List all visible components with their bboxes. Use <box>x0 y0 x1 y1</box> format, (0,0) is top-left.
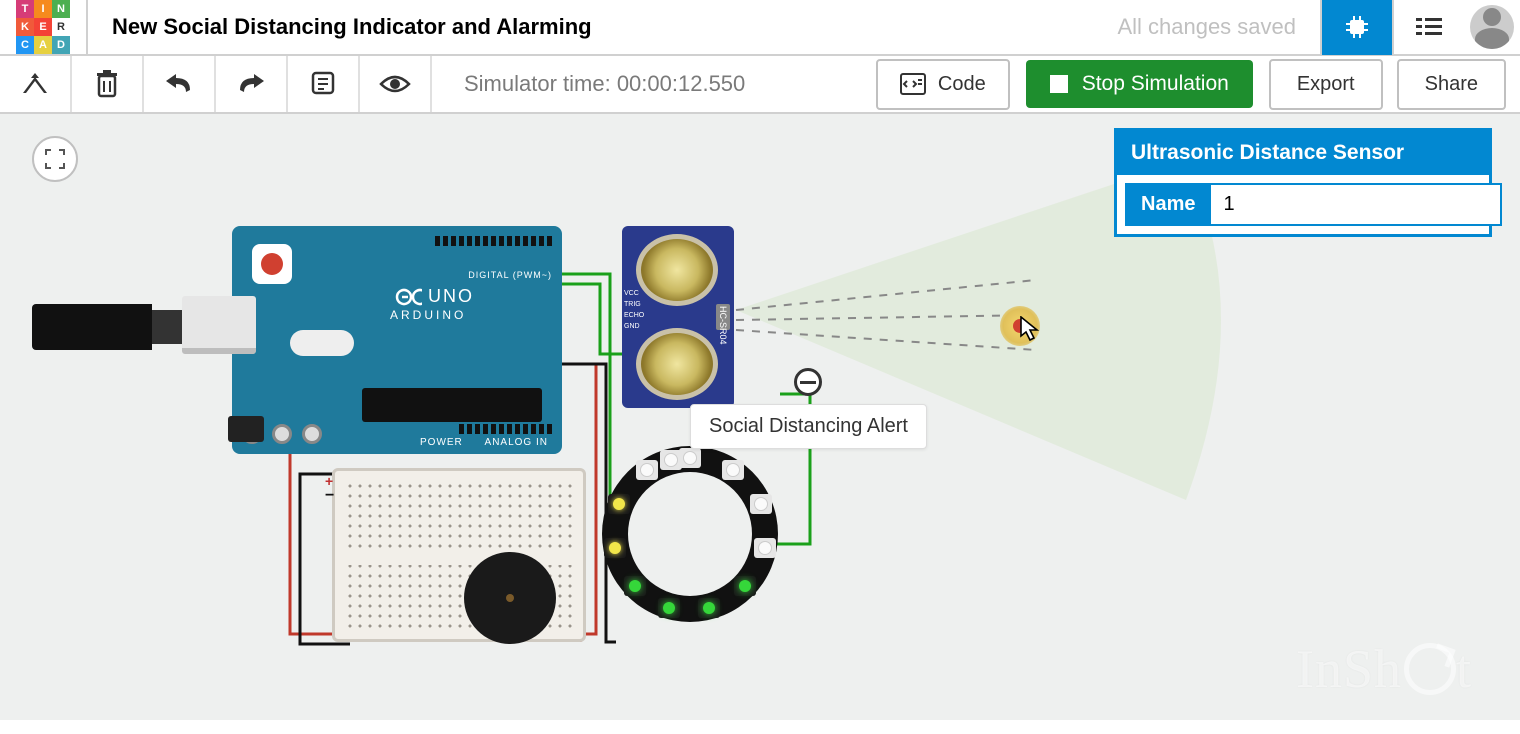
neopixel-led <box>679 448 701 468</box>
arduino-power-label: POWER <box>420 437 463 448</box>
watermark: InSht <box>1296 638 1472 700</box>
toolbar: Simulator time: 00:00:12.550 Code Stop S… <box>0 56 1520 114</box>
export-button[interactable]: Export <box>1269 59 1383 110</box>
arduino-analog-label: ANALOG IN <box>485 437 548 448</box>
logo-letter: A <box>34 36 52 54</box>
schematic-view-button[interactable] <box>1392 0 1464 55</box>
ultrasonic-transducer-rx <box>636 328 718 400</box>
simulator-time: Simulator time: 00:00:12.550 <box>432 71 876 97</box>
neopixel-led <box>624 576 646 596</box>
eye-icon <box>379 74 411 94</box>
arduino-logo-text: UNO <box>388 286 474 307</box>
trash-icon <box>95 70 119 98</box>
delete-button[interactable] <box>72 56 144 112</box>
neopixel-led <box>734 576 756 596</box>
arduino-barrel-jack <box>228 416 264 442</box>
rotate-icon <box>20 71 50 97</box>
ultrasonic-pin-label: TRIG <box>624 301 644 308</box>
property-name-label: Name <box>1125 183 1211 226</box>
tinkercad-logo[interactable]: T I N K E R C A D <box>0 0 88 55</box>
neopixel-led <box>660 450 682 470</box>
ultrasonic-transducer-tx <box>636 234 718 306</box>
logo-letter: K <box>16 18 34 36</box>
arduino-digital-label: DIGITAL (PWM~) <box>468 270 552 280</box>
ultrasonic-sensor[interactable]: VCC TRIG ECHO GND HC-SR04 <box>622 226 734 408</box>
circuit-canvas[interactable]: DIGITAL (PWM~) UNO ARDUINO POWER ANALOG … <box>0 114 1520 720</box>
property-name-input[interactable] <box>1211 183 1502 226</box>
notes-button[interactable] <box>288 56 360 112</box>
chip-icon <box>1342 12 1372 42</box>
arduino-crystal <box>290 330 354 356</box>
code-button-label: Code <box>938 73 986 96</box>
logo-letter: T <box>16 0 34 18</box>
circuit-view-button[interactable] <box>1320 0 1392 55</box>
visibility-button[interactable] <box>360 56 432 112</box>
stop-icon <box>1050 75 1068 93</box>
neopixel-led <box>722 460 744 480</box>
arduino-board[interactable]: DIGITAL (PWM~) UNO ARDUINO POWER ANALOG … <box>232 226 562 454</box>
fit-icon <box>44 148 66 170</box>
logo-letter: D <box>52 36 70 54</box>
ultrasonic-pin-label: GND <box>624 323 644 330</box>
app-header: T I N K E R C A D New Social Distancing … <box>0 0 1520 56</box>
ultrasonic-model-label: HC-SR04 <box>718 306 728 345</box>
undo-button[interactable] <box>144 56 216 112</box>
logo-letter: R <box>52 18 70 36</box>
neopixel-led <box>750 494 772 514</box>
logo-letter: C <box>16 36 34 54</box>
piezo-buzzer[interactable] <box>464 552 556 644</box>
list-icon <box>1414 15 1444 39</box>
ultrasonic-target-handle[interactable] <box>1000 306 1040 346</box>
code-button[interactable]: Code <box>876 59 1010 110</box>
neopixel-led <box>604 538 626 558</box>
logo-letter: E <box>34 18 52 36</box>
redo-button[interactable] <box>216 56 288 112</box>
property-panel: Ultrasonic Distance Sensor Name <box>1114 128 1492 237</box>
usb-port <box>182 296 256 354</box>
zoom-to-fit-button[interactable] <box>32 136 78 182</box>
usb-cable <box>32 304 152 350</box>
save-status: All changes saved <box>1117 14 1296 40</box>
rotate-button[interactable] <box>0 56 72 112</box>
redo-icon <box>236 74 266 94</box>
logo-letter: I <box>34 0 52 18</box>
arduino-brand: ARDUINO <box>390 308 466 322</box>
neopixel-led <box>608 494 630 514</box>
breadboard-minus-rail: − <box>325 487 334 505</box>
ultrasonic-distance-readout: 76.6in / 194.6cm <box>745 254 1520 368</box>
undo-icon <box>164 74 194 94</box>
ultrasonic-pin-label: VCC <box>624 290 644 297</box>
annotation-remove-icon[interactable] <box>794 368 822 396</box>
neopixel-led <box>636 460 658 480</box>
stop-simulation-button[interactable]: Stop Simulation <box>1026 60 1253 108</box>
neopixel-led <box>754 538 776 558</box>
neopixel-led <box>658 598 680 618</box>
code-icon <box>900 73 926 95</box>
note-icon <box>310 71 336 97</box>
annotation-bubble[interactable]: Social Distancing Alert <box>690 404 927 449</box>
arduino-atmega-chip <box>362 388 542 422</box>
user-avatar[interactable] <box>1464 0 1520 55</box>
property-panel-title: Ultrasonic Distance Sensor <box>1117 131 1489 175</box>
neopixel-led <box>698 598 720 618</box>
neopixel-ring[interactable] <box>602 446 778 622</box>
arduino-reset-button[interactable] <box>252 244 292 284</box>
stop-simulation-label: Stop Simulation <box>1082 72 1229 96</box>
project-title[interactable]: New Social Distancing Indicator and Alar… <box>112 14 1117 40</box>
ultrasonic-pin-label: ECHO <box>624 312 644 319</box>
share-button[interactable]: Share <box>1397 59 1506 110</box>
logo-letter: N <box>52 0 70 18</box>
